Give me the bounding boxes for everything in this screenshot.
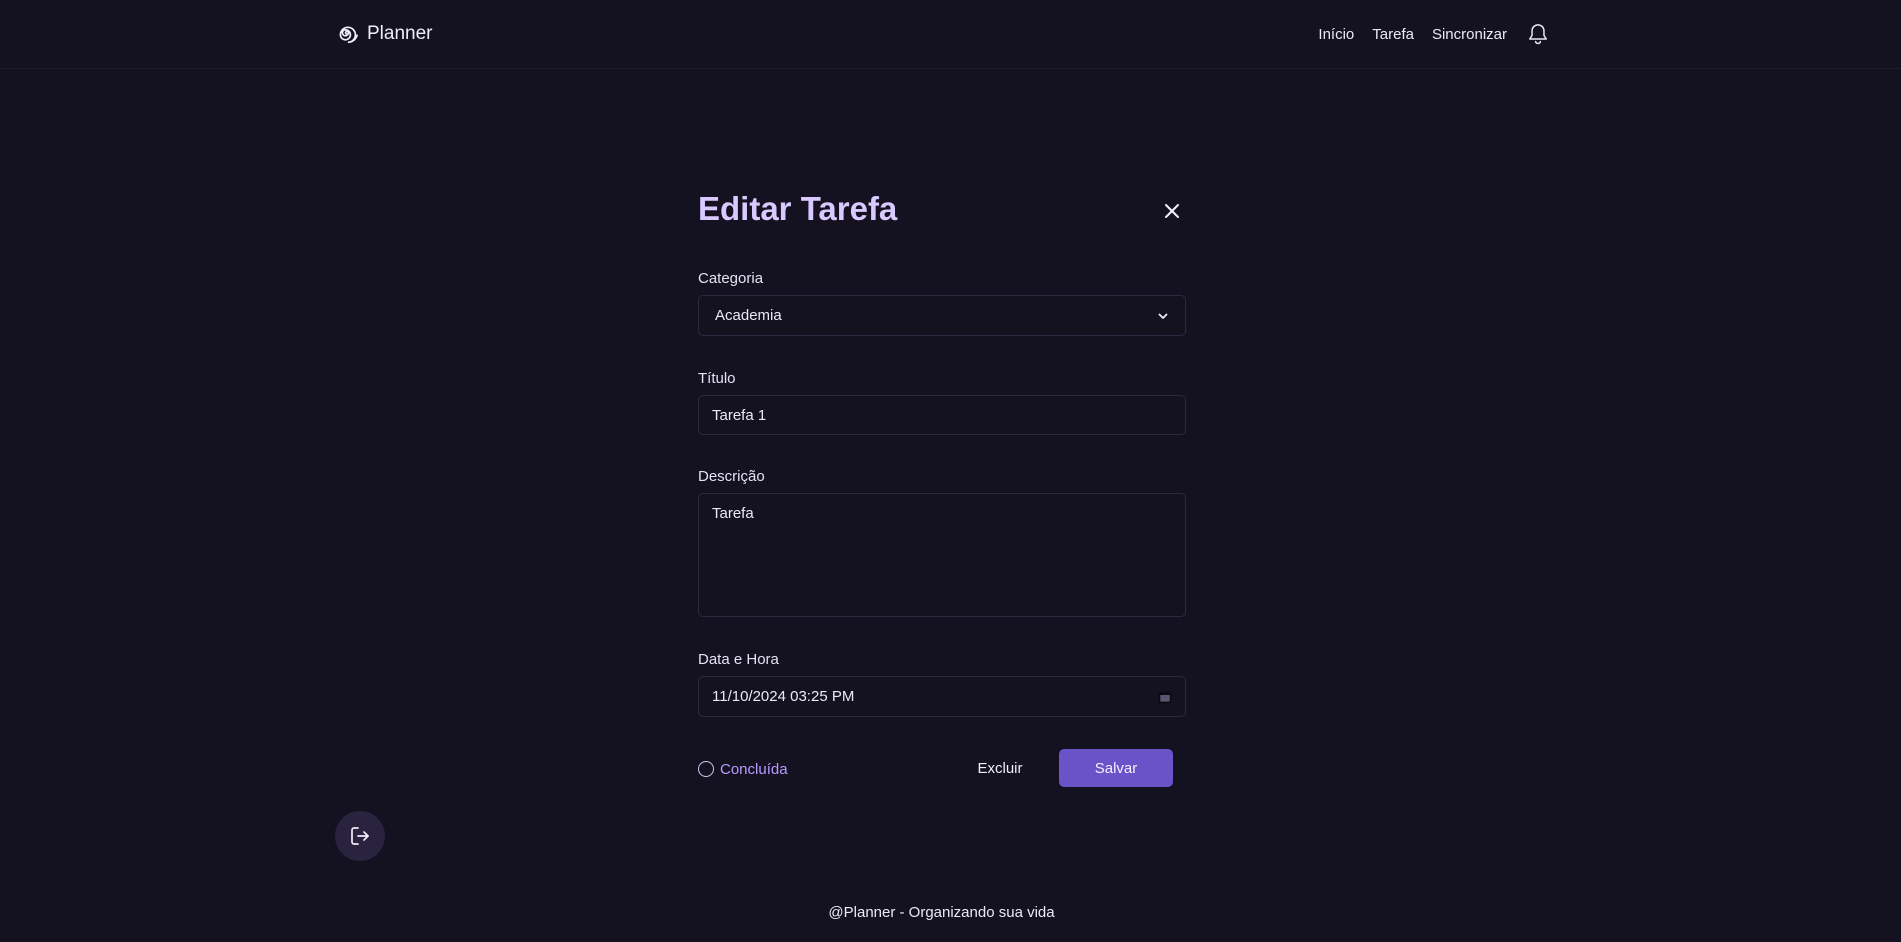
- logout-button[interactable]: [335, 811, 385, 861]
- title-label: Título: [698, 370, 736, 387]
- description-label: Descrição: [698, 468, 765, 485]
- top-navbar: Planner Início Tarefa Sincronizar: [0, 0, 1901, 69]
- delete-button[interactable]: Excluir: [968, 749, 1032, 787]
- nav-item-inicio[interactable]: Início: [1318, 26, 1354, 43]
- save-button[interactable]: Salvar: [1059, 749, 1173, 787]
- close-icon[interactable]: [1162, 201, 1182, 221]
- nav-item-sincronizar[interactable]: Sincronizar: [1432, 26, 1507, 43]
- datetime-input[interactable]: 11/10/2024 03:25 PM: [698, 676, 1186, 717]
- main-nav: Início Tarefa Sincronizar: [1318, 22, 1549, 46]
- datetime-value: 11/10/2024 03:25 PM: [712, 688, 855, 705]
- app-logo[interactable]: Planner: [335, 20, 433, 48]
- category-label: Categoria: [698, 270, 764, 287]
- calendar-icon[interactable]: [1158, 690, 1172, 704]
- completed-label: Concluída: [720, 760, 788, 778]
- app-name: Planner: [367, 23, 433, 44]
- title-input[interactable]: Tarefa 1: [698, 395, 1186, 435]
- footer-text: @Planner - Organizando sua vida: [828, 904, 1055, 921]
- circle-icon: [698, 761, 714, 777]
- chevron-down-icon: [1158, 313, 1168, 319]
- description-textarea[interactable]: Tarefa: [698, 493, 1186, 617]
- nav-item-tarefa[interactable]: Tarefa: [1372, 26, 1414, 43]
- bell-icon[interactable]: [1527, 22, 1549, 46]
- title-input-value: Tarefa 1: [712, 406, 767, 424]
- spiral-logo-icon: [339, 26, 358, 44]
- completed-checkbox[interactable]: Concluída: [698, 759, 788, 779]
- datetime-label: Data e Hora: [698, 651, 779, 668]
- page-title: Editar Tarefa: [698, 190, 898, 227]
- logout-icon: [351, 827, 369, 845]
- category-select[interactable]: Academia: [698, 295, 1186, 336]
- description-value: Tarefa: [712, 505, 754, 522]
- category-selected-value: Academia: [715, 307, 782, 324]
